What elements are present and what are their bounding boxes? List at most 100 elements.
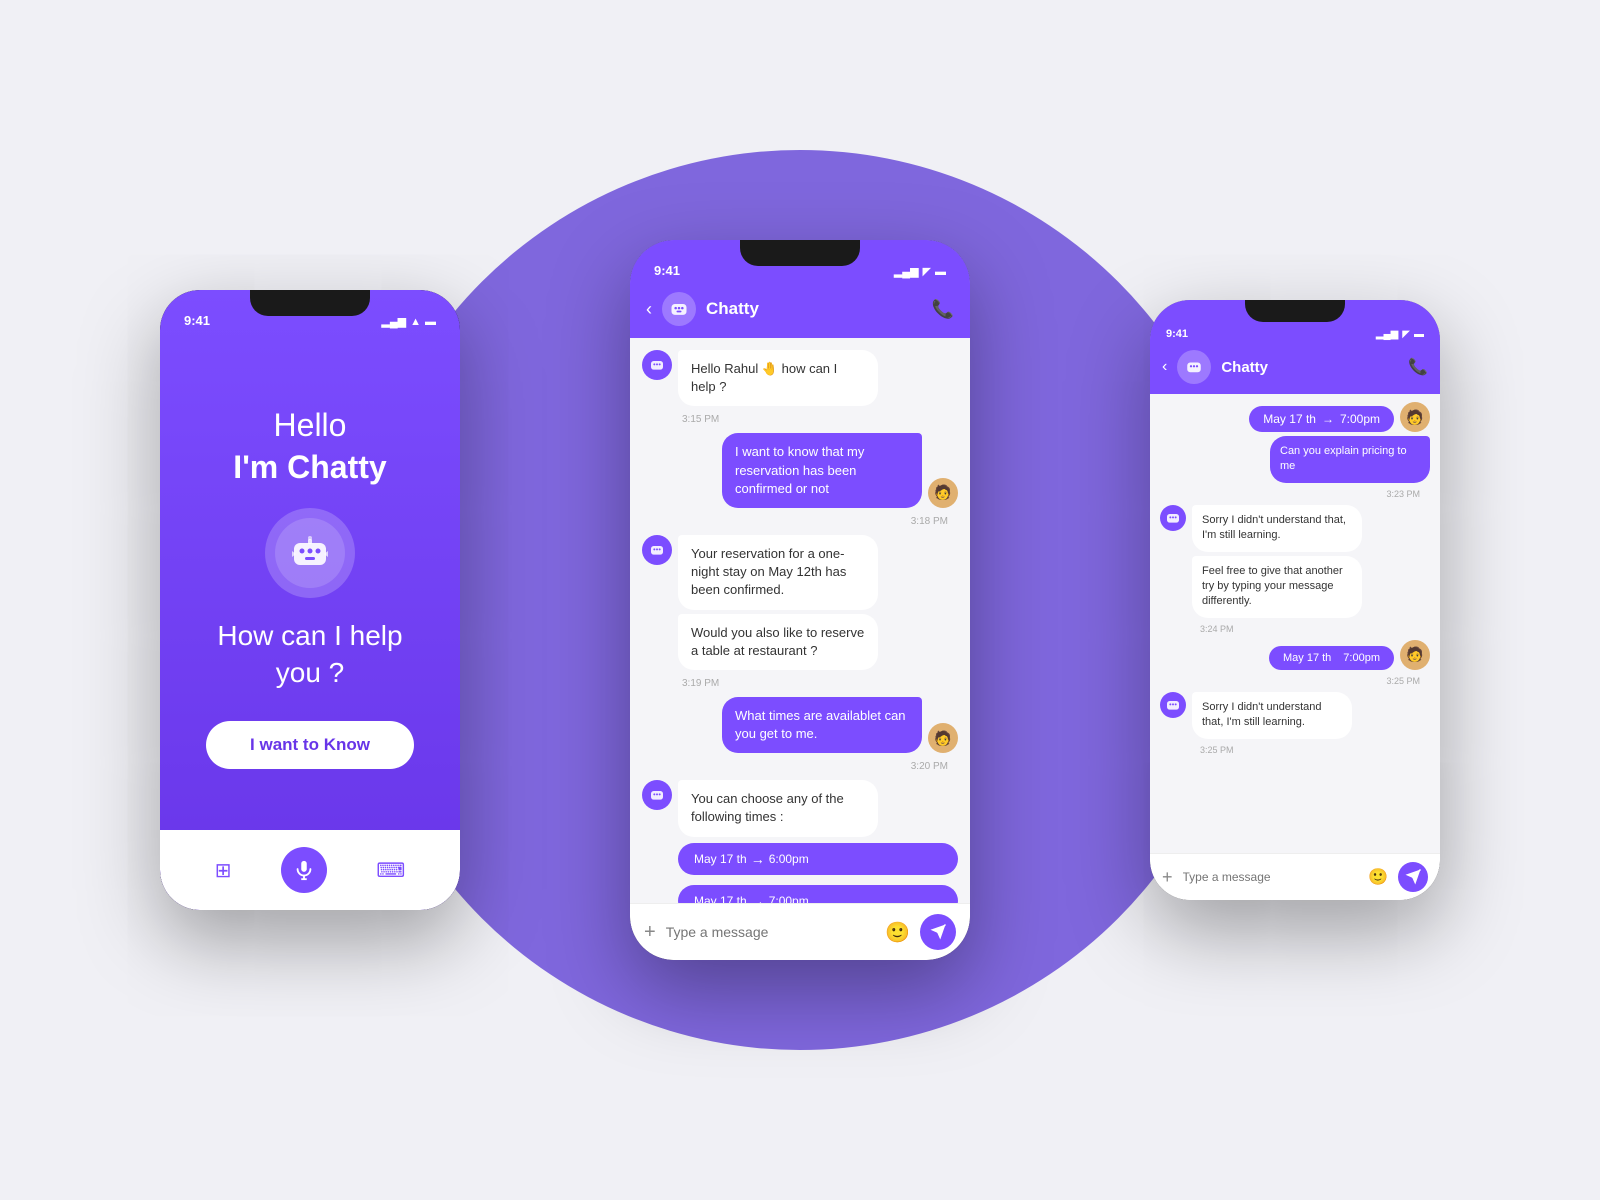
option-label-2: May 17 th [694,894,747,903]
back-button-right[interactable]: ‹ [1162,358,1167,376]
date-label-1: May 17 th [1263,412,1316,426]
bot-icon-msg1 [649,357,665,373]
bubble-bot-5: You can choose any of the following time… [678,780,878,836]
date-time-2: 7:00pm [1343,652,1380,664]
right-msg-row-1: May 17 th → 7:00pm 🧑 [1160,402,1430,432]
chat-messages-right: May 17 th → 7:00pm 🧑 Can you explain pri… [1150,394,1440,853]
add-icon-right[interactable]: + [1162,867,1173,888]
option-label-1: May 17 th [694,852,747,866]
status-icons-left: ▂▄▆ ▲ ▬ [381,315,436,328]
option-time-1: 6:00pm [769,852,809,866]
bot-icon-msg5 [649,787,665,803]
date-pill-1[interactable]: May 17 th → 7:00pm [1249,406,1394,432]
phone-left-screen: 9:41 ▂▄▆ ▲ ▬ Hello I'm Chatty [160,290,460,910]
bubble-bot-r5: Sorry I didn't understand that, I'm stil… [1192,692,1352,739]
signal-icon-r: ▂▄▆ [1376,329,1398,340]
right-msg-row-2: Can you explain pricing to me [1160,436,1430,483]
message-row-1: Hello Rahul 🤚 how can I help ? [642,350,958,406]
scene: 9:41 ▂▄▆ ▲ ▬ Hello I'm Chatty [100,50,1500,1150]
bubble-bot-r3b: Feel free to give that another try by ty… [1192,556,1362,618]
time-right: 9:41 [1166,328,1188,340]
date-pill-2[interactable]: May 17 th 7:00pm [1269,646,1394,670]
message-row-5: You can choose any of the following time… [642,780,958,836]
send-icon-right [1404,868,1422,886]
time-r5: 3:25 PM [1160,745,1430,755]
emoji-icon-center[interactable]: 🙂 [885,920,910,945]
bot-avatar-r5 [1160,692,1186,718]
chatty-avatar-icon-r [1185,358,1203,376]
bot-msg-group-3: Your reservation for a one-night stay on… [678,535,878,670]
date-arrow-1: → [1322,412,1334,426]
bubble-bot-1: Hello Rahul 🤚 how can I help ? [678,350,878,406]
add-icon-center[interactable]: + [644,921,656,944]
phone-right: 9:41 ▂▄▆ ◤ ▬ ‹ [1150,300,1440,900]
chat-header-right: ‹ Chatty 📞 [1150,344,1440,394]
back-button-center[interactable]: ‹ [646,299,652,320]
chat-avatar-right [1177,350,1211,384]
left-content: Hello I'm Chatty [176,334,444,830]
message-input-right[interactable] [1183,870,1359,884]
chat-input-bar-center: + 🙂 [630,903,970,960]
bot-avatar-msg1 [642,350,672,380]
keyboard-icon[interactable]: ⌨ [376,858,405,883]
phone-right-notch [1245,300,1345,322]
time-r2: 3:23 PM [1160,489,1430,499]
bot-icon-r3 [1165,510,1181,526]
send-button-right[interactable] [1398,862,1428,892]
bot-icon-msg3 [649,542,665,558]
user-avatar-r1: 🧑 [1400,402,1430,432]
left-bottom-bar: ⊞ ⌨ [160,830,460,910]
wifi-icon: ▲ [410,316,421,328]
call-icon-right[interactable]: 📞 [1408,357,1428,377]
bot-icon-r5 [1165,697,1181,713]
signal-icon-c: ▂▄▆ [894,265,919,278]
phone-right-screen: 9:41 ▂▄▆ ◤ ▬ ‹ [1150,300,1440,900]
signal-icon: ▂▄▆ [381,315,406,328]
option-time-2: 7:00pm [769,894,809,903]
send-button-center[interactable] [920,914,956,950]
phone-center-notch [740,240,860,266]
bubble-bot-2b: Would you also like to reserve a table a… [678,614,878,670]
emoji-icon-right[interactable]: 🙂 [1368,867,1388,887]
bot-icon [288,531,332,575]
user-avatar-2: 🧑 [928,723,958,753]
chat-avatar-center [662,292,696,326]
bubble-user-2: What times are availablet can you get to… [722,697,922,753]
time-3: 3:19 PM [642,678,958,689]
time-2: 3:18 PM [642,516,958,527]
grid-icon[interactable]: ⊞ [215,858,232,883]
phone-center: 9:41 ▂▄▆ ◤ ▬ ‹ [630,240,970,960]
date-label-2: May 17 th [1283,652,1331,664]
message-input-center[interactable] [666,924,875,940]
send-icon-center [929,923,947,941]
message-row-3: Your reservation for a one-night stay on… [642,535,958,670]
battery-icon-c: ▬ [935,266,946,278]
user-avatar-1: 🧑 [928,478,958,508]
bot-avatar-r3 [1160,505,1186,531]
bubble-user-r2: Can you explain pricing to me [1270,436,1430,483]
status-icons-right: ▂▄▆ ◤ ▬ [1376,329,1424,340]
battery-icon: ▬ [425,316,436,328]
option-btn-1[interactable]: May 17 th → 6:00pm [678,843,958,875]
chat-header-center: ‹ Chatty 📞 [630,284,970,338]
howcan-text: How can I help you ? [217,618,402,691]
time-r3: 3:24 PM [1160,624,1430,634]
user-avatar-r4: 🧑 [1400,640,1430,670]
option-btn-2[interactable]: May 17 th → 7:00pm [678,885,958,903]
time-options-group: May 17 th → 6:00pm May 17 th → 7:00pm Ma… [642,843,958,903]
mic-button[interactable] [281,847,327,893]
bot-avatar-msg5 [642,780,672,810]
know-button[interactable]: I want to Know [206,721,414,769]
right-msg-row-5: Sorry I didn't understand that, I'm stil… [1160,692,1430,739]
time-4: 3:20 PM [642,761,958,772]
bot-avatar-msg3 [642,535,672,565]
right-msg-row-4: May 17 th 7:00pm 🧑 [1160,640,1430,670]
greeting: Hello I'm Chatty [233,405,386,488]
call-icon-center[interactable]: 📞 [932,299,954,320]
wifi-icon-c: ◤ [923,265,931,278]
time-center: 9:41 [654,263,680,278]
battery-icon-r: ▬ [1414,329,1424,340]
chat-name-center: Chatty [706,299,922,319]
time-left: 9:41 [184,313,210,328]
time-r4: 3:25 PM [1160,676,1430,686]
